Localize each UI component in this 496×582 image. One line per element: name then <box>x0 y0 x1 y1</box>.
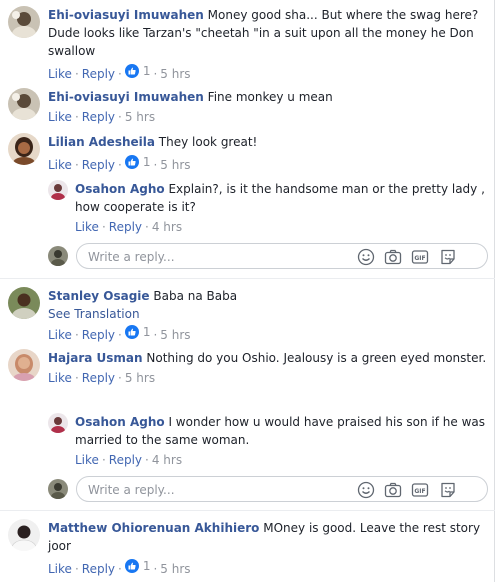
like-reaction-icon <box>124 64 139 78</box>
comment-actions: Like · Reply · 1 · 5 hrs <box>48 62 191 81</box>
comment-actions: Like · Reply · 5 hrs <box>48 371 156 385</box>
comment: Stanley Osagie Baba na Baba See Translat… <box>8 287 488 344</box>
reply-composer: GIF <box>48 243 488 269</box>
sticker-icon[interactable] <box>439 481 457 499</box>
avatar <box>48 479 68 499</box>
reply-button[interactable]: Reply <box>82 371 115 385</box>
reply-actions: Like · Reply · 4 hrs <box>75 453 183 467</box>
svg-text:GIF: GIF <box>414 255 425 262</box>
reply-button[interactable]: Reply <box>109 453 142 467</box>
reply-composer: GIF <box>48 476 488 502</box>
reply-input[interactable] <box>88 248 348 265</box>
comment-actions: Like · Reply · 1 · 5 hrs <box>48 557 191 576</box>
comment-text: Nothing do you Oshio. Jealousy is a gree… <box>146 351 487 365</box>
like-button[interactable]: Like <box>48 562 72 576</box>
see-translation-link[interactable]: See Translation <box>48 305 488 323</box>
reply-input[interactable] <box>88 481 348 498</box>
like-button[interactable]: Like <box>48 110 72 124</box>
avatar[interactable] <box>8 519 40 551</box>
avatar[interactable] <box>48 180 68 200</box>
reply-box: GIF <box>76 243 488 269</box>
smiley-icon[interactable] <box>357 481 375 499</box>
timestamp[interactable]: 4 hrs <box>152 220 182 234</box>
reply-author[interactable]: Osahon Agho <box>75 415 165 429</box>
like-button[interactable]: Like <box>75 453 99 467</box>
reply-actions: Like · Reply · 4 hrs <box>75 220 183 234</box>
camera-icon[interactable] <box>384 248 402 266</box>
comment-author[interactable]: Ehi-oviasuyi Imuwahen <box>48 90 204 104</box>
comment-text: Fine monkey u mean <box>207 90 333 104</box>
avatar <box>48 246 68 266</box>
reply-button[interactable]: Reply <box>82 158 115 172</box>
comment: Ehi-oviasuyi Imuwahen Money good sha... … <box>8 6 488 83</box>
comment: Lilian Adesheila They look great! Like · R… <box>8 133 488 174</box>
comment-actions: Like · Reply · 1 · 5 hrs <box>48 153 191 172</box>
timestamp[interactable]: 5 hrs <box>125 110 155 124</box>
like-button[interactable]: Like <box>48 371 72 385</box>
reply-button[interactable]: Reply <box>109 220 142 234</box>
comment: Ehi-oviasuyi Imuwahen Fine monkey u mean… <box>8 88 488 126</box>
like-count[interactable]: 1 <box>124 323 150 341</box>
reply-button[interactable]: Reply <box>82 562 115 576</box>
comment-author[interactable]: Ehi-oviasuyi Imuwahen <box>48 8 204 22</box>
like-button[interactable]: Like <box>48 67 72 81</box>
timestamp[interactable]: 5 hrs <box>160 328 190 342</box>
comment: Matthew Ohiorenuan Akhihiero MOney is go… <box>8 519 488 578</box>
like-button[interactable]: Like <box>48 328 72 342</box>
gif-icon[interactable]: GIF <box>411 481 429 499</box>
comment-text: Baba na Baba <box>153 289 238 303</box>
comment-text: They look great! <box>158 135 258 149</box>
reply-button[interactable]: Reply <box>82 67 115 81</box>
gif-icon[interactable]: GIF <box>411 248 429 266</box>
avatar[interactable] <box>8 349 40 381</box>
like-reaction-icon <box>124 325 139 339</box>
reply-button[interactable]: Reply <box>82 328 115 342</box>
reply-box: GIF <box>76 476 488 502</box>
comment-actions: Like · Reply · 1 · 5 hrs <box>48 323 191 342</box>
reply: Osahon Agho Explain?, is it the handsome… <box>48 180 486 236</box>
timestamp[interactable]: 5 hrs <box>125 371 155 385</box>
reply-author[interactable]: Osahon Agho <box>75 182 165 196</box>
avatar[interactable] <box>48 413 68 433</box>
avatar[interactable] <box>8 88 40 120</box>
comments-panel: Ehi-oviasuyi Imuwahen Money good sha... … <box>0 0 495 582</box>
sticker-icon[interactable] <box>439 248 457 266</box>
like-button[interactable]: Like <box>48 158 72 172</box>
reply: Osahon Agho I wonder how u would have pr… <box>48 413 486 469</box>
like-reaction-icon <box>124 559 139 573</box>
comment: Hajara Usman Nothing do you Oshio. Jealo… <box>8 349 488 387</box>
like-reaction-icon <box>124 155 139 169</box>
comment-actions: Like · Reply · 5 hrs <box>48 110 156 124</box>
like-count[interactable]: 1 <box>124 62 150 80</box>
comment-author[interactable]: Lilian Adesheila <box>48 135 155 149</box>
reply-button[interactable]: Reply <box>82 110 115 124</box>
camera-icon[interactable] <box>384 481 402 499</box>
divider <box>0 278 495 279</box>
comment-author[interactable]: Hajara Usman <box>48 351 143 365</box>
timestamp[interactable]: 4 hrs <box>152 453 182 467</box>
comment-author[interactable]: Matthew Ohiorenuan Akhihiero <box>48 521 259 535</box>
divider <box>0 510 495 511</box>
smiley-icon[interactable] <box>357 248 375 266</box>
like-button[interactable]: Like <box>75 220 99 234</box>
avatar[interactable] <box>8 6 40 38</box>
like-count[interactable]: 1 <box>124 557 150 575</box>
avatar[interactable] <box>8 133 40 165</box>
avatar[interactable] <box>8 287 40 319</box>
comment-author[interactable]: Stanley Osagie <box>48 289 150 303</box>
timestamp[interactable]: 5 hrs <box>160 158 190 172</box>
like-count[interactable]: 1 <box>124 153 150 171</box>
svg-text:GIF: GIF <box>414 488 425 495</box>
timestamp[interactable]: 5 hrs <box>160 67 190 81</box>
timestamp[interactable]: 5 hrs <box>160 562 190 576</box>
